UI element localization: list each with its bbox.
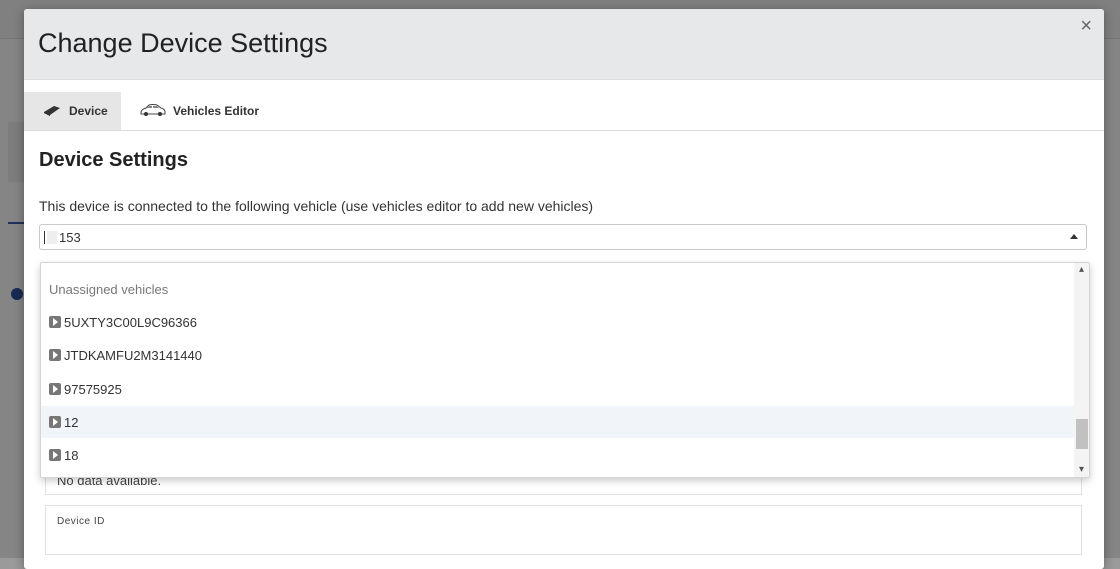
scroll-up-button[interactable]: ▴ [1074, 263, 1089, 277]
vehicle-option[interactable]: 18 [41, 439, 1074, 471]
modal-title: Change Device Settings [38, 28, 328, 58]
close-button[interactable]: × [1080, 15, 1092, 37]
scroll-thumb[interactable] [1076, 419, 1088, 449]
vehicle-select[interactable]: 153 [39, 224, 1087, 250]
vehicle-option[interactable]: 97575925 [41, 373, 1074, 405]
vehicle-option-label: JTDKAMFU2M3141440 [64, 347, 202, 363]
play-icon [49, 383, 61, 395]
tab-device-label: Device [69, 104, 108, 118]
text-cursor [44, 231, 45, 244]
vehicle-description: This device is connected to the followin… [39, 198, 594, 214]
scroll-down-button[interactable]: ▾ [1074, 463, 1089, 477]
vehicle-icon [47, 231, 57, 244]
play-icon [49, 349, 61, 361]
device-icon [42, 104, 69, 119]
play-icon [49, 316, 61, 328]
section-title: Device Settings [39, 149, 188, 171]
tab-vehicles-editor[interactable]: Vehicles Editor [140, 92, 259, 130]
play-icon [49, 416, 61, 428]
tab-vehicles-label: Vehicles Editor [173, 104, 260, 118]
group-header-unassigned: Unassigned vehicles [49, 282, 169, 297]
vehicle-option-label: 97575925 [64, 381, 122, 397]
tab-device[interactable]: Device [24, 92, 121, 130]
vehicle-option-label: 12 [64, 414, 79, 430]
dropdown-scrollbar[interactable]: ▴ ▾ [1074, 263, 1089, 477]
device-id-field[interactable]: Device ID [45, 505, 1082, 555]
vehicle-option[interactable]: 5UXTY3C00L9C96366 [41, 306, 1074, 338]
device-id-label: Device ID [57, 516, 105, 527]
vehicle-dropdown-list[interactable]: Unassigned vehicles 5UXTY3C00L9C96366 JT… [40, 262, 1090, 478]
selected-vehicle-value: 153 [59, 230, 81, 245]
change-device-settings-modal: Change Device Settings × Device Vehicles… [24, 9, 1104, 569]
vehicle-option-label: 5UXTY3C00L9C96366 [64, 314, 197, 330]
play-icon [49, 449, 61, 461]
vehicle-option-label: 18 [64, 447, 79, 463]
chevron-up-icon[interactable] [1070, 234, 1078, 239]
car-icon [140, 103, 173, 120]
vehicle-option[interactable]: JTDKAMFU2M3141440 [41, 339, 1074, 371]
modal-header: Change Device Settings × [24, 9, 1104, 80]
tab-bar: Device Vehicles Editor [24, 92, 1104, 131]
vehicle-option[interactable]: 12 [41, 406, 1074, 438]
